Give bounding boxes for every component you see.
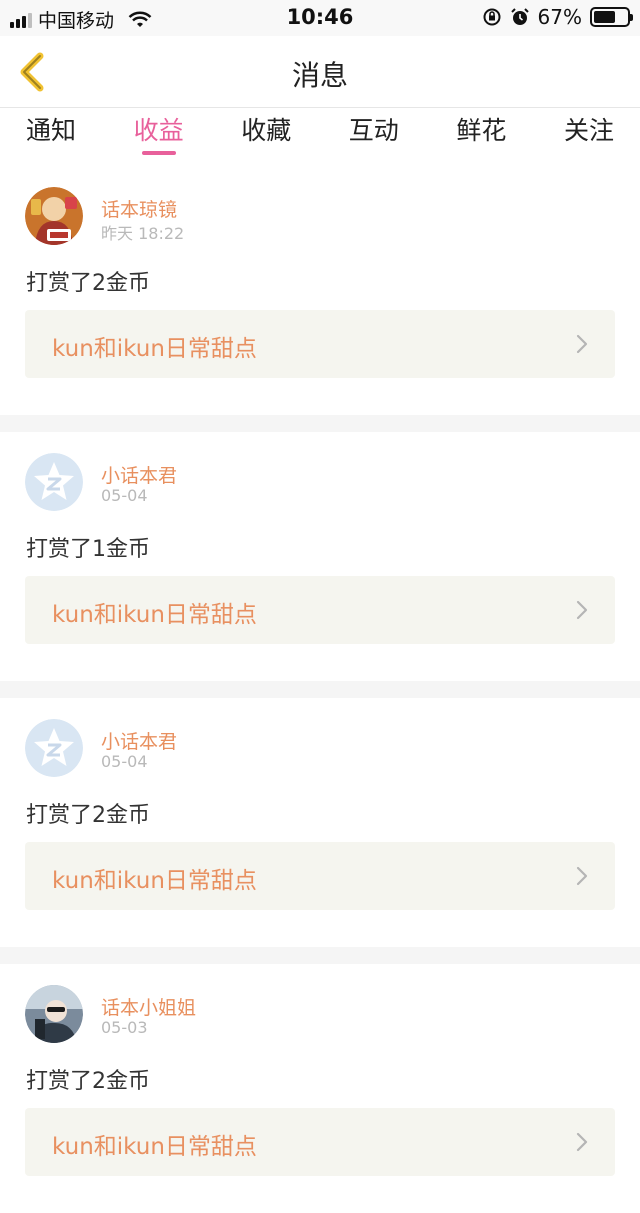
chevron-right-icon — [576, 600, 588, 620]
message-time: 05-04 — [101, 486, 148, 505]
chevron-right-icon — [576, 866, 588, 886]
page-title: 消息 — [291, 59, 348, 92]
card-separator — [0, 681, 640, 698]
status-right: 67% — [482, 5, 633, 29]
work-title: kun和ikun日常甜点 — [52, 602, 257, 628]
work-title: kun和ikun日常甜点 — [52, 336, 257, 362]
user-name[interactable]: 小话本君 — [101, 727, 177, 754]
battery-icon — [590, 7, 633, 27]
tab-interaction[interactable]: 互动 — [349, 109, 399, 165]
orientation-lock-icon — [483, 8, 501, 26]
user-name[interactable]: 话本小姐姐 — [101, 993, 196, 1020]
nav-header: 消息 — [0, 36, 640, 108]
message-text: 打赏了1金币 — [26, 537, 150, 562]
tab-label: 收益 — [133, 116, 184, 145]
message-list: 话本琼镜 昨天 18:22 打赏了2金币 kun和ikun日常甜点 小话本君 05-04 打… — [0, 166, 640, 1213]
battery-percent: 67% — [537, 5, 582, 29]
user-name[interactable]: 话本琼镜 — [101, 195, 177, 222]
user-avatar[interactable] — [25, 453, 83, 511]
work-title: kun和ikun日常甜点 — [52, 868, 257, 894]
tab-label: 互动 — [348, 116, 399, 145]
tab-active-indicator — [141, 151, 176, 155]
tab-label: 收藏 — [241, 116, 292, 145]
user-avatar[interactable] — [25, 985, 83, 1043]
message-text: 打赏了2金币 — [26, 271, 150, 296]
message-card: 小话本君 05-04 打赏了1金币 kun和ikun日常甜点 — [0, 432, 640, 681]
alarm-icon — [510, 8, 529, 25]
user-avatar[interactable] — [25, 719, 83, 777]
tab-earnings[interactable]: 收益 — [134, 109, 184, 165]
tab-favorites[interactable]: 收藏 — [241, 109, 291, 165]
tab-label: 关注 — [563, 116, 614, 145]
message-time: 05-03 — [101, 1018, 148, 1037]
work-link[interactable]: kun和ikun日常甜点 — [25, 842, 615, 910]
message-text: 打赏了2金币 — [26, 803, 150, 828]
tab-bar: 通知 收益 收藏 互动 鲜花 关注 — [0, 109, 640, 165]
battery-fill — [594, 11, 615, 23]
message-card: 话本小姐姐 05-03 打赏了2金币 kun和ikun日常甜点 — [0, 964, 640, 1213]
message-card: 话本琼镜昨天 18:22 打赏了2金币 kun和ikun日常甜点 — [0, 166, 640, 415]
user-name[interactable]: 小话本君 — [101, 461, 177, 488]
work-link[interactable]: kun和ikun日常甜点 — [25, 310, 615, 378]
message-text: 打赏了2金币 — [26, 1069, 150, 1094]
card-separator — [0, 947, 640, 964]
message-card: 小话本君 05-04 打赏了2金币 kun和ikun日常甜点 — [0, 698, 640, 947]
chevron-right-icon — [576, 334, 588, 354]
user-avatar[interactable] — [25, 187, 83, 245]
tab-flowers[interactable]: 鲜花 — [456, 109, 506, 165]
status-bar: 中国移动 10:46 67% — [0, 0, 640, 36]
work-link[interactable]: kun和ikun日常甜点 — [25, 576, 615, 644]
tab-label: 通知 — [26, 116, 77, 145]
work-title: kun和ikun日常甜点 — [52, 1134, 257, 1160]
message-time: 05-04 — [101, 752, 148, 771]
tab-notify[interactable]: 通知 — [26, 109, 76, 165]
card-separator — [0, 415, 640, 432]
tab-follow[interactable]: 关注 — [564, 109, 614, 165]
tab-label: 鲜花 — [456, 116, 507, 145]
chevron-right-icon — [576, 1132, 588, 1152]
message-time: 昨天 18:22 — [101, 224, 185, 243]
work-link[interactable]: kun和ikun日常甜点 — [25, 1108, 615, 1176]
